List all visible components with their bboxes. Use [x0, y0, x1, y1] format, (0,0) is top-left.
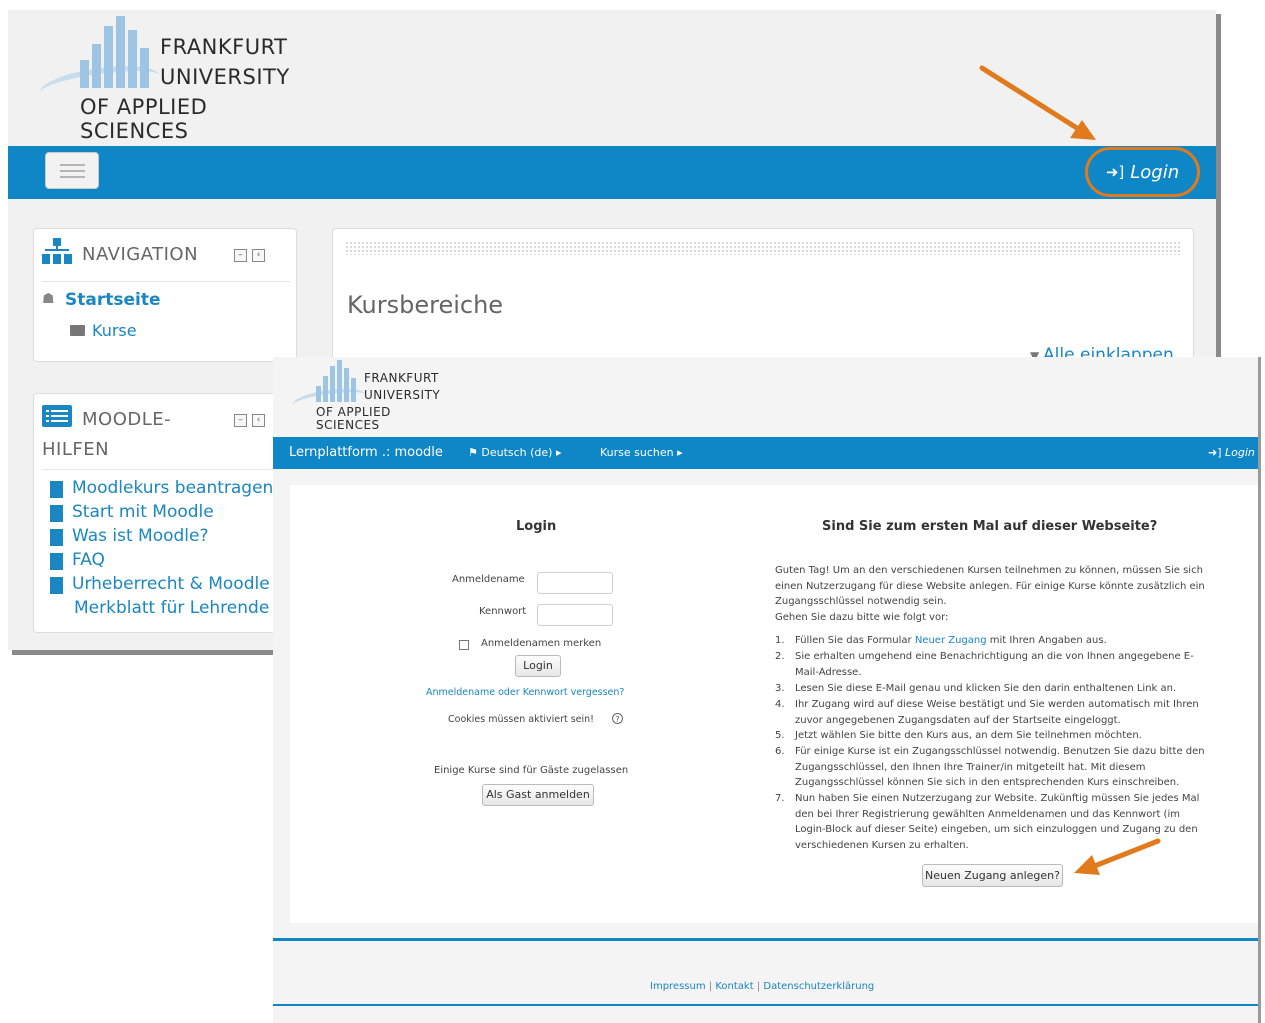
remember-checkbox[interactable]	[459, 640, 469, 650]
new-account-button[interactable]: Neuen Zugang anlegen?	[922, 864, 1063, 887]
username-input[interactable]	[537, 572, 613, 594]
logo-line3: OF APPLIED SCIENCES	[316, 405, 391, 433]
flag-icon: ⚑	[468, 446, 482, 459]
remember-label: Anmeldenamen merken	[481, 638, 602, 649]
sitemap-icon	[42, 238, 72, 264]
home-icon: ☗	[42, 291, 55, 307]
top-navbar: Lernplattform .: moodle ⚑ Deutsch (de) ▸…	[273, 437, 1258, 469]
navigation-title: NAVIGATION	[82, 244, 199, 265]
footer-separator: |	[756, 981, 761, 992]
impressum-link[interactable]: Impressum	[650, 981, 706, 992]
logo-line1: FRANKFURT	[364, 371, 439, 385]
guest-note: Einige Kurse sind für Gäste zugelassen	[434, 765, 629, 776]
first-time-title: Sind Sie zum ersten Mal auf dieser Webse…	[822, 519, 1158, 534]
login-label: Login	[1130, 161, 1180, 183]
minimize-icon[interactable]: –	[234, 249, 247, 262]
language-menu[interactable]: ⚑ Deutsch (de) ▸	[468, 446, 562, 459]
brand-link[interactable]: Lernplattform .: moodle	[289, 445, 443, 460]
password-label: Kennwort	[479, 606, 527, 617]
logo-line1: FRANKFURT	[160, 35, 288, 59]
privacy-link[interactable]: Datenschutzerklärung	[763, 981, 874, 992]
top-navbar	[8, 146, 1216, 199]
contact-link[interactable]: Kontakt	[715, 981, 753, 992]
help-title-line1: MOODLE-	[82, 409, 172, 430]
list-item: 5. Jetzt wählen Sie bitte den Kurs aus, a…	[775, 730, 1142, 741]
footer-links: Impressum | Kontakt | Datenschutzerkläru…	[650, 981, 874, 992]
menu-toggle-button[interactable]	[45, 152, 99, 189]
nav-home-link[interactable]: Startseite	[65, 290, 160, 310]
first-time-intro: Guten Tag! Um an den verschiedenen Kurse…	[775, 563, 1207, 625]
logo-bars	[316, 360, 356, 402]
hamburger-icon	[60, 164, 85, 166]
cookies-note: Cookies müssen aktiviert sein!	[448, 714, 594, 725]
footer-separator: |	[708, 981, 713, 992]
main-content-card: Kursbereiche ▼ Alle einklappen	[332, 228, 1194, 365]
dock-icon[interactable]: ‹	[252, 414, 265, 427]
guest-login-button[interactable]: Als Gast anmelden	[482, 784, 594, 806]
sign-in-icon: ➜]	[1105, 163, 1125, 181]
intro-steps-lead: Gehen Sie dazu bitte wie folgt vor:	[775, 611, 949, 623]
screenshot-shadow	[1258, 357, 1261, 1023]
university-logo-small[interactable]: FRANKFURT UNIVERSITY OF APPLIED SCIENCES	[290, 360, 442, 432]
list-item: 4. Ihr Zugang wird auf diese Weise bestät…	[775, 699, 1199, 726]
dotted-header	[345, 241, 1181, 255]
caret-right-icon: ▸	[673, 446, 683, 459]
username-label: Anmeldename	[452, 574, 525, 585]
logo-line3: OF APPLIED SCIENCES	[80, 95, 208, 143]
sign-in-icon: ➜]	[1208, 446, 1226, 459]
help-icon[interactable]: ?	[612, 713, 623, 724]
logo-bars	[80, 16, 149, 88]
new-account-link[interactable]: Neuer Zugang	[915, 635, 987, 646]
login-title: Login	[516, 519, 557, 534]
login-submit-button[interactable]: Login	[515, 655, 561, 677]
university-logo[interactable]: FRANKFURT UNIVERSITY OF APPLIED SCIENCES	[38, 16, 289, 142]
page-heading: Kursbereiche	[347, 291, 504, 319]
list-icon	[42, 405, 72, 427]
nav-courses-link[interactable]: Kurse	[92, 321, 137, 340]
annotation-arrow	[1074, 838, 1161, 875]
list-item: 6. Für einige Kurse ist ein Zugangsschlüs…	[775, 746, 1205, 788]
forgot-password-link[interactable]: Anmeldename oder Kennwort vergessen?	[426, 687, 624, 698]
help-title-line2: HILFEN	[42, 439, 110, 460]
course-search-menu[interactable]: Kurse suchen ▸	[600, 446, 683, 459]
annotation-arrow	[979, 65, 1096, 140]
caret-right-icon: ▸	[552, 446, 562, 459]
logo-line2: UNIVERSITY	[364, 388, 441, 402]
logo-line2: UNIVERSITY	[160, 65, 290, 89]
divider	[42, 469, 290, 470]
folder-icon	[70, 325, 85, 336]
list-item: 1. Füllen Sie das Formular Neuer Zugang m…	[775, 635, 1107, 646]
navigation-block: NAVIGATION – ‹ ☗ Startseite Kurse	[33, 228, 297, 362]
login-link[interactable]: ➜] Login	[1208, 446, 1255, 459]
login-button[interactable]: ➜] Login	[1085, 147, 1200, 197]
dock-icon[interactable]: ‹	[252, 249, 265, 262]
list-item: 3. Lesen Sie diese E-Mail genau und klick…	[775, 683, 1177, 694]
footer-line	[273, 938, 1258, 941]
list-item: 2. Sie erhalten umgehend eine Benachricht…	[775, 651, 1194, 678]
minimize-icon[interactable]: –	[234, 414, 247, 427]
divider	[42, 281, 290, 282]
password-input[interactable]	[537, 604, 613, 626]
footer-line	[273, 1004, 1258, 1006]
